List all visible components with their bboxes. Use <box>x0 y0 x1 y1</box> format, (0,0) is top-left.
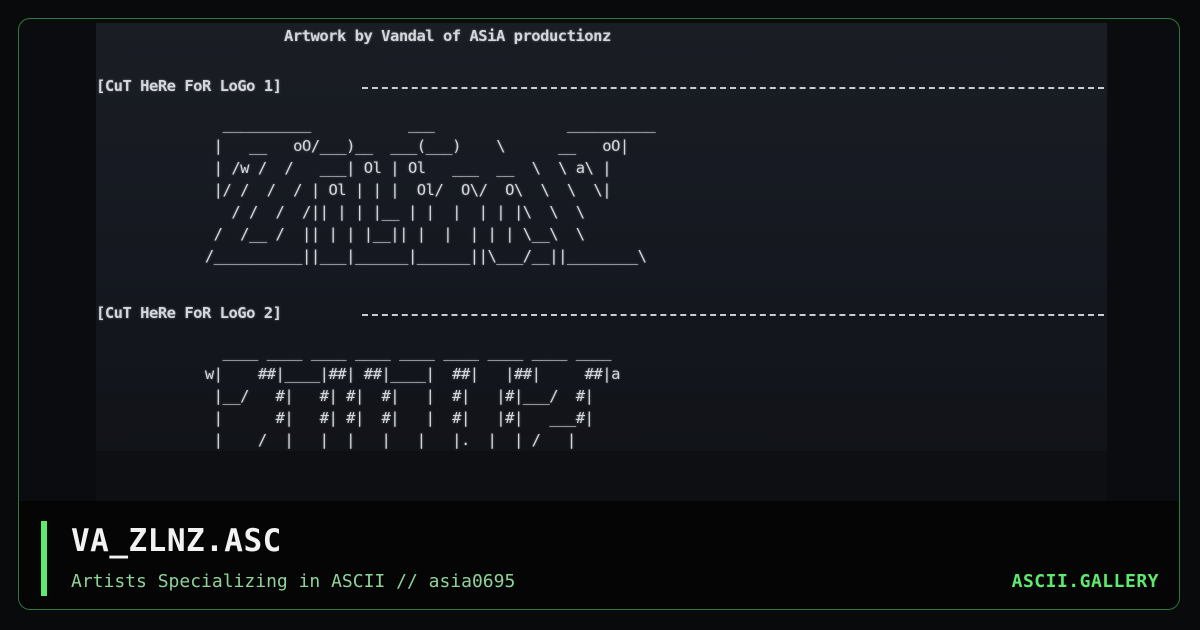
ascii-logo-1: __________ ___ __________ | __ oO/___)__… <box>204 115 656 265</box>
file-title: VA_ZLNZ.ASC <box>71 523 282 559</box>
accent-bar <box>41 521 47 596</box>
cut-line-2 <box>362 314 1104 316</box>
ascii-art-screenshot: Artwork by Vandal of ASiA productionz [C… <box>96 23 1107 503</box>
cut-line-1 <box>362 87 1104 89</box>
site-brand-link[interactable]: ASCII.GALLERY <box>1012 571 1159 592</box>
cut-here-label-2: [CuT HeRe FoR LoGo 2] <box>96 304 282 322</box>
preview-card: Artwork by Vandal of ASiA productionz [C… <box>18 18 1180 610</box>
screen-fade <box>96 451 1107 503</box>
cut-here-label-1: [CuT HeRe FoR LoGo 1] <box>96 77 282 95</box>
ascii-logo-2: ____ ____ ____ ____ ____ ____ ____ ____ … <box>204 343 621 449</box>
artwork-credit: Artwork by Vandal of ASiA productionz <box>284 27 611 45</box>
artist-subtitle: Artists Specializing in ASCII // asia069… <box>71 571 516 592</box>
footer-bar: VA_ZLNZ.ASC Artists Specializing in ASCI… <box>19 501 1179 609</box>
